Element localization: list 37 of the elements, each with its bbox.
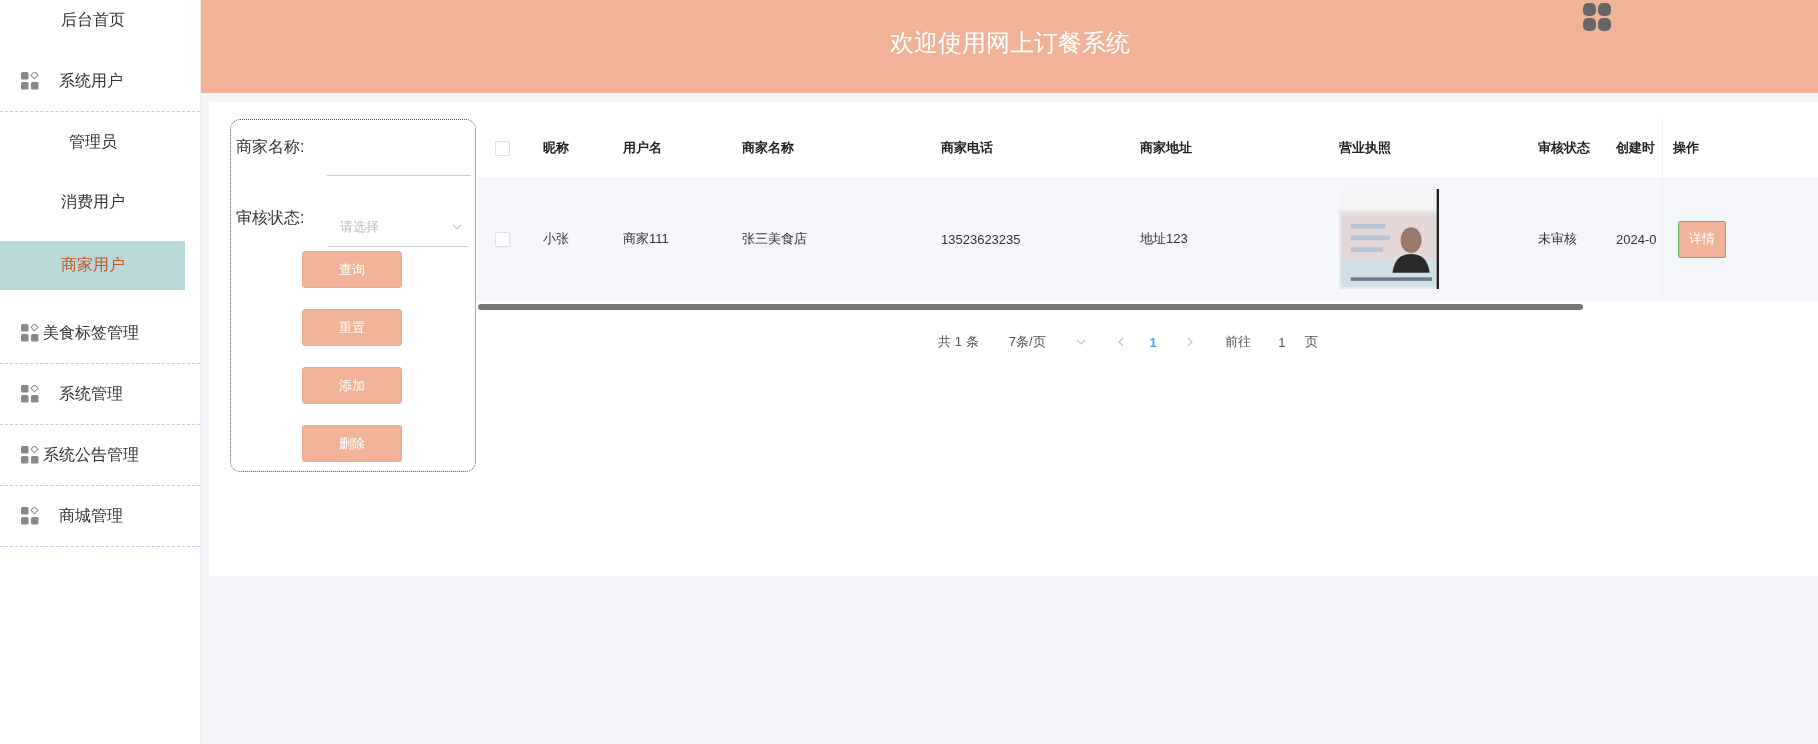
checkbox[interactable] (495, 231, 510, 247)
field-label: 商家名称: (236, 137, 306, 157)
column-header: 用户名 (623, 139, 663, 157)
table-cell-text: 2024-0 (1616, 231, 1658, 247)
page-title: 欢迎使用网上订餐系统 (889, 27, 1130, 58)
sidebar-subitem[interactable]: 消费用户 (0, 172, 185, 232)
sidebar-item[interactable]: 系统用户 (0, 51, 200, 112)
field-label: 审核状态: (236, 208, 306, 228)
page-size-select[interactable]: 7条/页 (1008, 333, 1046, 351)
column-header: 商家电话 (941, 139, 994, 157)
total-count: 共 1 条 (938, 333, 979, 351)
checkbox[interactable] (495, 140, 510, 156)
table-cell-text: 小张 (543, 230, 570, 248)
table-cell-text: 商家111 (623, 230, 670, 248)
column-header: 创建时 (1616, 139, 1656, 157)
scrollbar[interactable] (478, 304, 1583, 310)
column-header: 商家名称 (742, 139, 795, 157)
column-header: 操作 (1673, 139, 1700, 157)
table-cell-text: 13523623235 (941, 231, 1022, 247)
jump-label: 前往 (1224, 333, 1251, 351)
page-input[interactable]: 1 (1264, 333, 1299, 351)
column-header: 审核状态 (1538, 139, 1591, 157)
column-header: 商家地址 (1140, 139, 1193, 157)
grid-icon[interactable] (1582, 2, 1612, 32)
sidebar-item[interactable]: 系统管理 (0, 364, 200, 425)
page-suffix: 页 (1304, 333, 1318, 351)
sidebar-item[interactable]: 系统公告管理 (0, 425, 200, 486)
table-cell-text: 地址123 (1140, 230, 1189, 248)
column-header: 营业执照 (1339, 139, 1392, 157)
table-cell-text: 未审核 (1538, 230, 1578, 248)
caret-icon (1075, 337, 1086, 347)
sidebar-item[interactable]: 商城管理 (0, 486, 200, 547)
table-cell-text: 张三美食店 (742, 230, 808, 248)
sidebar-item[interactable]: 美食标签管理 (0, 303, 200, 364)
column-header: 昵称 (543, 139, 570, 157)
sidebar-item[interactable]: 后台首页 (0, 0, 185, 51)
sidebar-subitem[interactable]: 管理员 (0, 112, 185, 172)
